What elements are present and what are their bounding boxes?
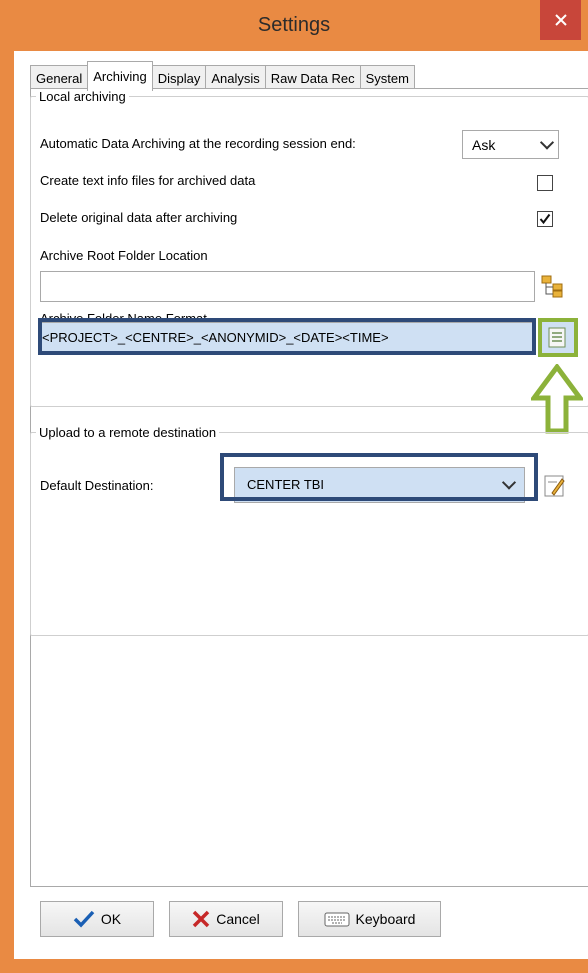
checkmark-icon: [539, 213, 551, 225]
text-info-checkbox[interactable]: [537, 175, 553, 191]
destination-highlight: [220, 453, 538, 501]
cancel-button[interactable]: Cancel: [169, 901, 283, 937]
format-button-highlight: [538, 318, 578, 357]
window-title: Settings: [257, 14, 331, 36]
upload-title: Upload to a remote destination: [36, 425, 220, 440]
browse-folder-button[interactable]: [539, 273, 565, 299]
keyboard-button[interactable]: Keyboard: [298, 901, 441, 937]
auto-archiving-label: Automatic Data Archiving at the recordin…: [40, 136, 356, 151]
x-icon: [192, 910, 210, 928]
folder-tree-icon: [541, 275, 563, 298]
dialog-body: General Archiving Display Analysis Raw D…: [14, 51, 588, 959]
cancel-label: Cancel: [216, 911, 260, 927]
checkmark-icon: [73, 910, 95, 928]
delete-original-label: Delete original data after archiving: [40, 210, 238, 225]
auto-archiving-value: Ask: [472, 137, 496, 153]
close-button[interactable]: [540, 0, 581, 40]
tab-archiving[interactable]: Archiving: [87, 61, 153, 91]
text-info-label: Create text info files for archived data: [40, 173, 256, 188]
keyboard-icon: [324, 912, 350, 927]
keyboard-label: Keyboard: [355, 911, 416, 927]
auto-archiving-select[interactable]: Ask: [462, 130, 559, 159]
settings-window: Settings General Archiving Display Analy…: [0, 0, 588, 973]
default-destination-label: Default Destination:: [40, 478, 154, 493]
edit-destination-button[interactable]: [543, 474, 567, 498]
archiving-panel: Local archiving Automatic Data Archiving…: [30, 88, 588, 887]
root-folder-label: Archive Root Folder Location: [40, 248, 208, 263]
ok-label: OK: [100, 911, 122, 927]
local-archiving-title: Local archiving: [36, 89, 129, 104]
arrow-up-icon: [531, 364, 583, 434]
ok-button[interactable]: OK: [40, 901, 154, 937]
title-bar[interactable]: Settings: [0, 0, 588, 50]
format-field-highlight: [38, 318, 536, 355]
delete-original-checkbox[interactable]: [537, 211, 553, 227]
root-folder-input[interactable]: [40, 271, 535, 302]
edit-icon: [544, 475, 565, 497]
tab-strip: General Archiving Display Analysis Raw D…: [30, 61, 415, 91]
chevron-down-icon: [539, 134, 555, 150]
close-icon: [554, 14, 567, 26]
